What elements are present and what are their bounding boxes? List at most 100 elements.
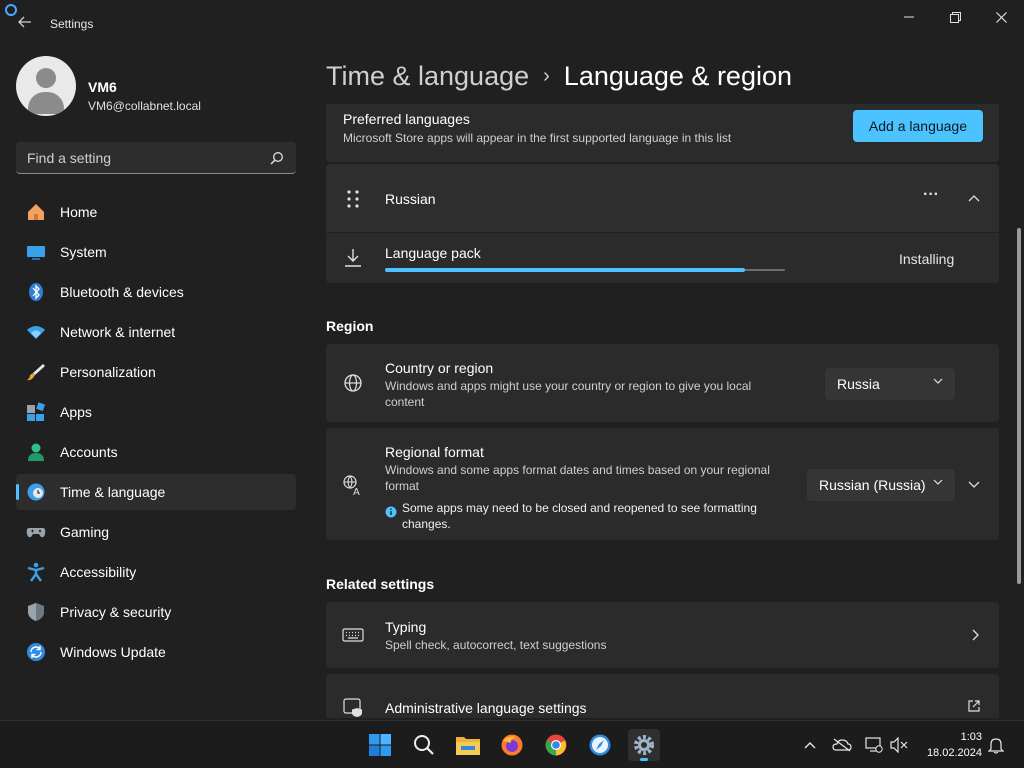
- language-item-russian[interactable]: Russian ···: [326, 164, 999, 232]
- search-taskbar-button[interactable]: [408, 729, 440, 761]
- more-options-icon[interactable]: ···: [923, 186, 939, 204]
- accessibility-icon: [26, 562, 46, 582]
- nav-label: Accessibility: [60, 564, 137, 580]
- nav-item-network[interactable]: Network & internet: [16, 314, 296, 350]
- nav-label: Personalization: [60, 364, 156, 380]
- typing-title: Typing: [385, 619, 427, 635]
- clock-time: 1:03: [960, 731, 982, 743]
- system-clock[interactable]: 1:03 18.02.2024: [927, 729, 982, 761]
- language-name: Russian: [385, 191, 436, 207]
- file-explorer-button[interactable]: [452, 729, 484, 761]
- minimize-icon: [904, 16, 914, 18]
- compass-app-icon: [589, 734, 611, 756]
- settings-taskbar-button[interactable]: [628, 729, 660, 761]
- chevron-right-icon: [972, 629, 979, 641]
- breadcrumb: Time & language › Language & region: [326, 58, 792, 94]
- progress-fill: [385, 268, 745, 272]
- nav-label: System: [60, 244, 107, 260]
- drag-handle-icon[interactable]: [342, 188, 364, 210]
- avatar: [16, 56, 76, 116]
- show-hidden-icons-button[interactable]: [800, 735, 820, 755]
- language-pack-status: Installing: [899, 251, 955, 267]
- regional-format-note: Some apps may need to be closed and reop…: [402, 501, 757, 531]
- nav-item-accessibility[interactable]: Accessibility: [16, 554, 296, 590]
- language-format-icon: A: [343, 475, 360, 496]
- restore-icon: [949, 11, 961, 23]
- volume-tray-icon[interactable]: [889, 735, 909, 755]
- nav-item-gaming[interactable]: Gaming: [16, 514, 296, 550]
- add-language-button[interactable]: Add a language: [852, 110, 983, 142]
- scrollbar[interactable]: [1017, 228, 1021, 584]
- clock-date: 18.02.2024: [926, 747, 982, 759]
- progress-track: [385, 268, 785, 272]
- search-icon: [414, 735, 434, 755]
- country-region-value: Russia: [837, 376, 880, 392]
- regional-format-title: Regional format: [385, 444, 484, 460]
- nav-item-system[interactable]: System: [16, 234, 296, 270]
- search-icon: [270, 152, 283, 165]
- nav-label: Time & language: [60, 484, 166, 500]
- back-button[interactable]: [14, 14, 36, 34]
- preferred-languages-title: Preferred languages: [343, 111, 470, 127]
- cloud-offline-icon: [832, 738, 852, 752]
- preferred-languages-card: Preferred languages Microsoft Store apps…: [326, 104, 999, 162]
- admin-language-title: Administrative language settings: [385, 700, 587, 716]
- nav-item-time-language[interactable]: Time & language: [16, 474, 296, 510]
- typing-desc: Spell check, autocorrect, text suggestio…: [385, 638, 607, 652]
- chevron-right-icon: ›: [543, 64, 550, 87]
- regional-format-value: Russian (Russia): [819, 477, 926, 493]
- chevron-up-icon[interactable]: [968, 194, 980, 202]
- app-compass-button[interactable]: [584, 729, 616, 761]
- nav-label: Home: [60, 204, 98, 220]
- regional-format-desc: Windows and some apps format dates and t…: [385, 463, 770, 493]
- firefox-icon: [501, 734, 523, 756]
- close-icon: [995, 11, 1007, 23]
- system-icon: [26, 242, 46, 262]
- regional-format-dropdown[interactable]: Russian (Russia): [807, 469, 955, 501]
- window-title: Settings: [50, 17, 94, 31]
- search-input[interactable]: Find a setting: [16, 142, 296, 174]
- country-region-title: Country or region: [385, 360, 494, 376]
- typing-link[interactable]: Typing Spell check, autocorrect, text su…: [326, 602, 999, 668]
- globe-icon: [344, 374, 362, 392]
- update-icon: [26, 642, 46, 662]
- network-tray-icon[interactable]: [864, 735, 884, 755]
- nav-list: Home System Bluetooth & devices Network …: [16, 194, 296, 674]
- nav-label: Network & internet: [60, 324, 176, 340]
- start-button[interactable]: [364, 729, 396, 761]
- title-bar: Settings: [0, 0, 1024, 48]
- nav-item-apps[interactable]: Apps: [16, 394, 296, 430]
- nav-item-bluetooth[interactable]: Bluetooth & devices: [16, 274, 296, 310]
- admin-language-settings-link[interactable]: Administrative language settings: [326, 674, 999, 718]
- nav-item-accounts[interactable]: Accounts: [16, 434, 296, 470]
- nav-item-personalization[interactable]: Personalization: [16, 354, 296, 390]
- nav-label: Gaming: [60, 524, 110, 540]
- nav-item-home[interactable]: Home: [16, 194, 296, 230]
- profile-email: VM6@collabnet.local: [88, 99, 201, 113]
- country-region-desc: Windows and apps might use your country …: [385, 379, 752, 409]
- chevron-down-icon: [933, 479, 943, 485]
- nav-item-privacy[interactable]: Privacy & security: [16, 594, 296, 630]
- keyboard-icon: [342, 628, 364, 642]
- onedrive-tray-icon[interactable]: [832, 735, 852, 755]
- breadcrumb-parent[interactable]: Time & language: [326, 61, 529, 92]
- time-language-icon: [26, 482, 46, 502]
- nav-label: Accounts: [60, 444, 118, 460]
- nav-item-windows-update[interactable]: Windows Update: [16, 634, 296, 670]
- accounts-icon: [26, 442, 46, 462]
- firefox-button[interactable]: [496, 729, 528, 761]
- minimize-button[interactable]: [886, 6, 932, 28]
- related-settings-heading: Related settings: [326, 576, 435, 592]
- nav-label: Windows Update: [60, 644, 166, 660]
- chrome-button[interactable]: [540, 729, 572, 761]
- country-region-dropdown[interactable]: Russia: [825, 368, 955, 400]
- nav-label: Privacy & security: [60, 604, 172, 620]
- expand-chevron-icon[interactable]: [968, 481, 980, 489]
- sidebar: VM6 VM6@collabnet.local Find a setting H…: [0, 48, 310, 718]
- chevron-up-icon: [804, 742, 816, 749]
- close-button[interactable]: [978, 6, 1024, 28]
- maximize-button[interactable]: [932, 6, 978, 28]
- page-title: Language & region: [563, 60, 792, 91]
- notifications-button[interactable]: [986, 735, 1006, 755]
- user-profile[interactable]: VM6 VM6@collabnet.local: [16, 56, 296, 120]
